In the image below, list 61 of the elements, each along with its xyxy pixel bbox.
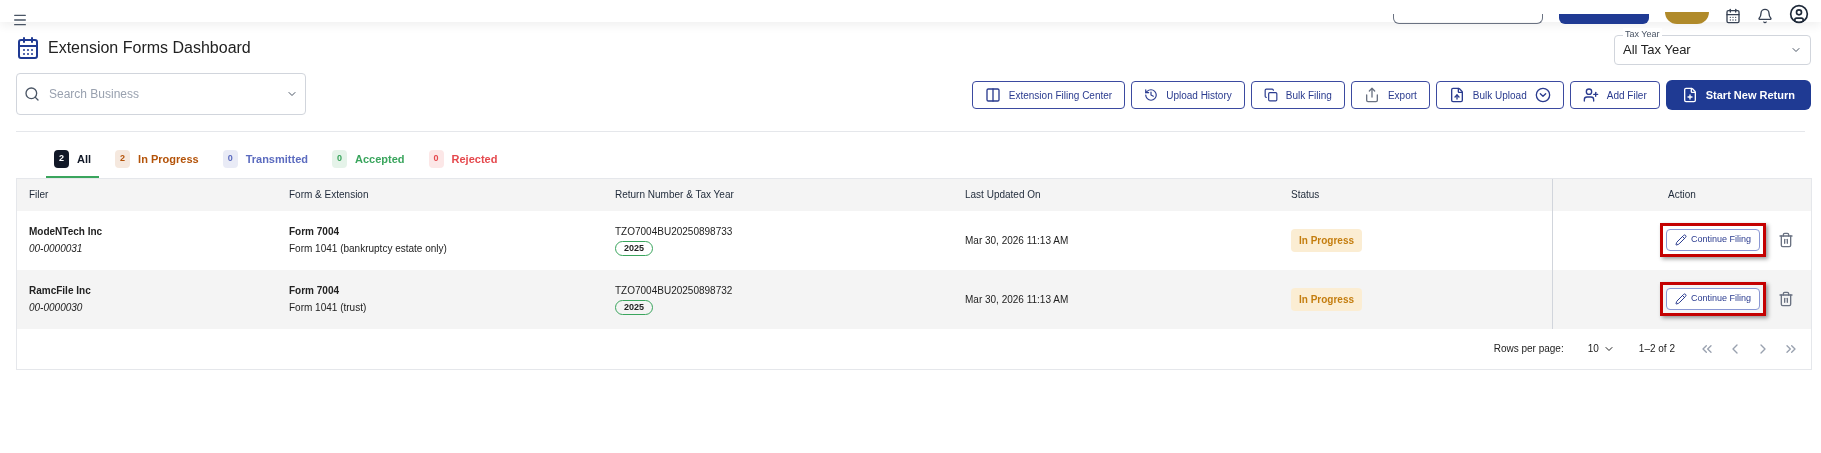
count-badge: 0	[428, 150, 444, 168]
copy-icon	[1263, 88, 1278, 102]
updated-date: Mar 30, 2026 11:13 AM	[965, 234, 1069, 246]
history-icon	[1144, 88, 1159, 102]
file-plus-icon	[1681, 87, 1698, 103]
calendar-icon	[16, 36, 40, 60]
trash-icon[interactable]	[1778, 291, 1794, 307]
column-header: Return Number & Tax Year	[615, 188, 734, 202]
status-tab[interactable]: 2 All	[46, 150, 100, 178]
filer-name: RamcFile Inc	[29, 284, 92, 298]
form-name: Form 7004	[289, 225, 341, 239]
extension-name: Form 1041 (trust)	[289, 301, 368, 315]
rows-per-page-select[interactable]: 10	[1587, 341, 1615, 356]
column-header: Last Updated On	[965, 188, 1041, 202]
file-upload-icon	[1448, 87, 1465, 103]
pencil-icon	[1674, 293, 1687, 305]
filer-ein: 00-0000030	[29, 301, 84, 315]
action-button[interactable]: Bulk Upload	[1435, 81, 1564, 109]
return-number: TZO7004BU20250898732	[615, 283, 733, 298]
status-tab[interactable]: 0 Rejected	[420, 150, 506, 178]
search-icon	[24, 86, 40, 102]
action-button[interactable]: Bulk Filing	[1250, 81, 1345, 109]
add-user-icon	[1582, 87, 1599, 103]
search-field[interactable]: Search Business	[16, 73, 306, 115]
action-button[interactable]: Extension Filing Center	[971, 81, 1126, 109]
updated-date: Mar 30, 2026 11:13 AM	[965, 293, 1069, 305]
count-badge: 0	[222, 150, 238, 168]
caret-icon	[1534, 87, 1551, 103]
status-badge: In Progress	[1291, 228, 1363, 252]
profile-icon[interactable]	[1789, 4, 1809, 24]
status-badge: In Progress	[1291, 287, 1363, 311]
count-badge: 2	[54, 150, 69, 168]
extension-name: Form 1041 (bankruptcy estate only)	[289, 242, 448, 256]
form-name: Form 7004	[289, 284, 341, 298]
action-button[interactable]: Add Filer	[1569, 81, 1660, 109]
calendar-icon[interactable]	[1725, 8, 1741, 24]
pencil-icon	[1674, 234, 1687, 246]
rows-per-page-label: Rows per page:	[1493, 342, 1564, 356]
page-range: 1–2 of 2	[1638, 342, 1675, 356]
count-badge: 2	[115, 150, 131, 168]
count-badge: 0	[332, 150, 347, 168]
action-button[interactable]: Export	[1350, 81, 1430, 109]
continue-filing-button[interactable]: Continue Filing	[1665, 229, 1760, 251]
return-number: TZO7004BU20250898733	[615, 224, 733, 239]
filer-name: ModeNTech Inc	[29, 225, 104, 239]
bell-icon[interactable]	[1757, 8, 1773, 24]
column-header: Status	[1291, 188, 1320, 202]
export-icon	[1363, 87, 1380, 103]
column-header: Action	[1668, 188, 1696, 202]
panel-icon	[984, 87, 1001, 103]
menu-icon[interactable]	[12, 12, 28, 28]
column-header: Form & Extension	[289, 188, 369, 202]
column-header: Filer	[29, 188, 49, 202]
continue-filing-button[interactable]: Continue Filing	[1665, 288, 1760, 310]
action-button[interactable]: Upload History	[1131, 81, 1245, 109]
status-tab[interactable]: 0 Transmitted	[214, 150, 316, 178]
status-tab[interactable]: 2 In Progress	[107, 150, 207, 178]
start-return-button[interactable]: Start New Return	[1665, 80, 1811, 110]
trash-icon[interactable]	[1778, 232, 1794, 248]
page-title: Extension Forms Dashboard	[48, 38, 251, 58]
filer-ein: 00-0000031	[29, 242, 84, 256]
